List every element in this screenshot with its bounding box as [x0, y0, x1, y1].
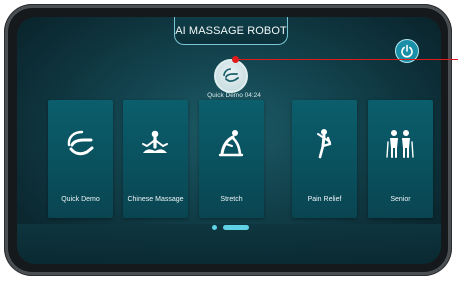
mode-label: Chinese Massage	[127, 196, 184, 203]
power-icon	[401, 44, 413, 58]
leg-raise-icon	[317, 129, 332, 159]
hand-icon	[67, 130, 94, 156]
current-mode-label: Quick Demo 04:24	[207, 92, 261, 99]
bottom-bar	[17, 224, 441, 264]
mode-card-quick-demo[interactable]: Quick Demo	[48, 100, 113, 218]
screen: AI MASSAGE ROBOT Quick Demo 04:24 Quick …	[17, 17, 441, 264]
mode-label: Senior	[390, 196, 411, 203]
current-mode-hand-icon[interactable]	[214, 59, 248, 93]
app-title: AI MASSAGE ROBOT	[174, 17, 288, 45]
pointer-line	[236, 59, 458, 60]
mode-cards: Quick Demo Chinese Massage Stretch Pain …	[48, 100, 433, 218]
mode-card-senior[interactable]: Senior	[368, 100, 433, 218]
mode-label: Stretch	[220, 196, 243, 203]
mode-card-chinese-massage[interactable]: Chinese Massage	[123, 100, 188, 218]
mode-label: Pain Relief	[307, 196, 342, 203]
page-dot-active[interactable]	[223, 225, 249, 230]
stretch-pose-icon	[218, 130, 244, 157]
mode-card-pain-relief[interactable]: Pain Relief	[292, 100, 357, 218]
meditation-icon	[142, 130, 168, 153]
mode-card-stretch[interactable]: Stretch	[199, 100, 264, 218]
mode-label: Quick Demo	[61, 196, 100, 203]
elderly-couple-icon	[386, 130, 414, 158]
page-dot-inactive[interactable]	[212, 225, 217, 230]
